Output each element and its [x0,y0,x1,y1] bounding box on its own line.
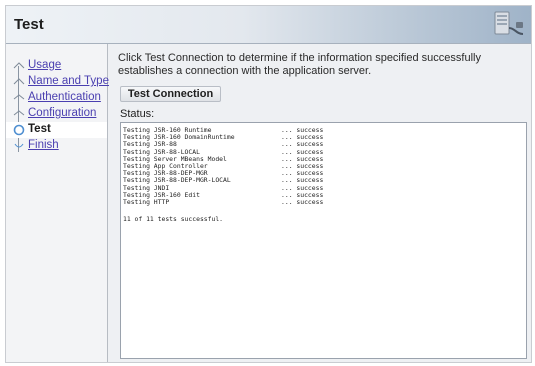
status-label: Status: [120,108,155,120]
wizard-steps-sidebar: Usage Name and Type Authentication Confi… [6,44,109,362]
step-label: Usage [28,59,62,71]
test-step-content: Click Test Connection to determine if th… [108,44,531,362]
step-test: Test [6,122,107,138]
test-name: Testing HTTP [123,197,170,206]
wizard-header: Test [6,6,531,44]
page-title: Test [14,16,44,33]
result-row: Testing JSR-160 Edit... success [123,191,526,199]
step-usage[interactable]: Usage [6,58,107,74]
step-done-icon [13,78,25,85]
status-log[interactable]: Testing JSR-160 Runtime... success Testi… [120,122,527,359]
results-summary: 11 of 11 tests successful. [123,215,224,224]
result-row: Testing JSR-88-DEP-MGR-LOCAL... success [123,177,526,184]
step-pending-icon [14,143,24,148]
step-done-icon [13,94,25,100]
step-label: Configuration [28,107,97,119]
step-label: Authentication [28,91,101,103]
step-label: Finish [28,139,59,151]
test-connection-button[interactable]: Test Connection [120,86,221,102]
result-row: Testing HTTP ... success [123,197,526,206]
step-name-and-type[interactable]: Name and Type [6,74,109,90]
step-finish[interactable]: Finish [6,138,107,154]
step-done-icon [13,110,25,116]
step-label: Test [28,123,51,135]
results-list: Testing JSR-160 Runtime... success Testi… [123,126,526,206]
step-done-icon [13,62,25,69]
wizard-window: Test Usage Name and Type Authentication … [5,5,532,363]
result-row: Testing JSR-160 DomainRuntime... success [123,133,526,141]
step-configuration[interactable]: Configuration [6,106,107,122]
test-result: ... success [281,197,324,206]
step-description: Click Test Connection to determine if th… [118,52,481,77]
step-label: Name and Type [28,75,109,87]
step-authentication[interactable]: Authentication [6,90,107,106]
current-step-icon [13,124,25,136]
server-plug-icon [494,11,524,35]
